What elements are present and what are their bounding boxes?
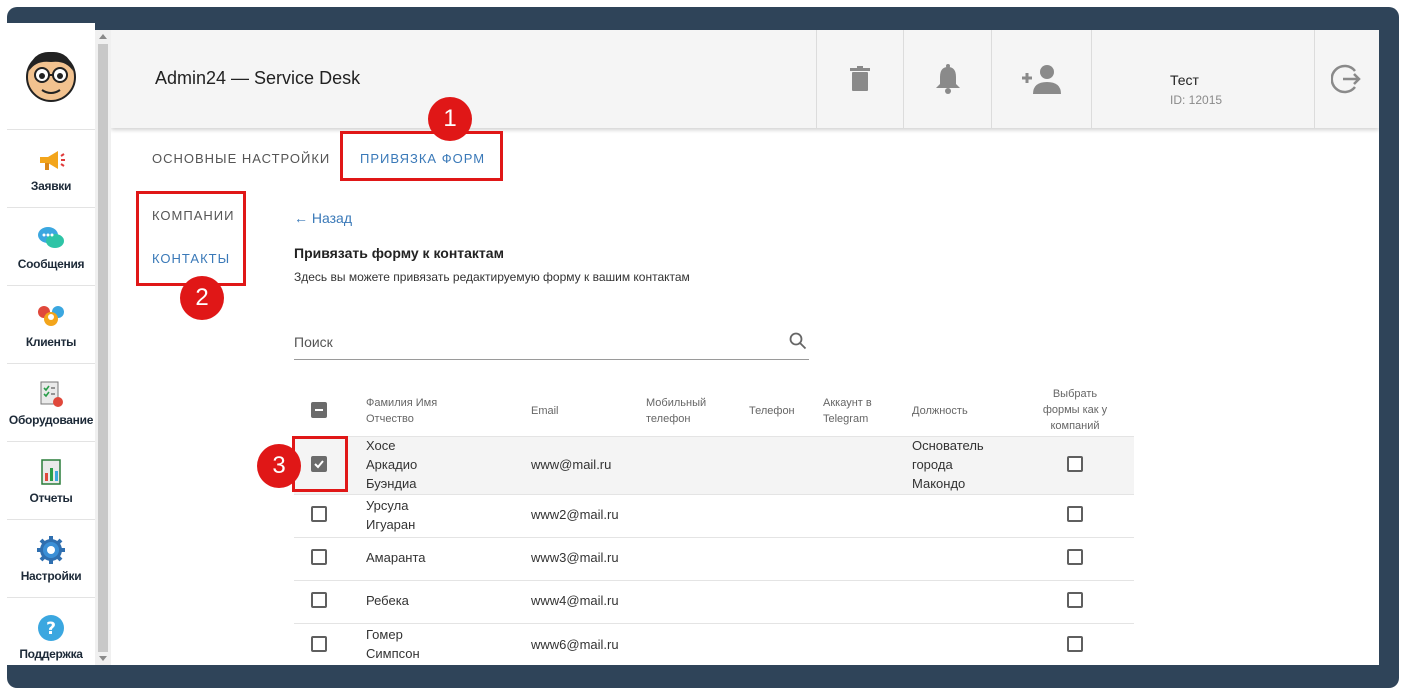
sidebar-item-tickets[interactable]: Заявки bbox=[7, 130, 95, 208]
trash-icon bbox=[850, 66, 870, 91]
gear-icon bbox=[37, 535, 65, 564]
sidebar: Заявки Сообщения Клиенты Оборудование От… bbox=[7, 23, 95, 665]
row-divider bbox=[294, 494, 1134, 495]
column-header-email: Email bbox=[531, 405, 559, 417]
minus-icon bbox=[315, 409, 323, 411]
company-forms-checkbox[interactable] bbox=[1067, 636, 1083, 652]
row-select-checkbox[interactable] bbox=[311, 549, 327, 565]
user-id: ID: 12015 bbox=[1170, 93, 1223, 107]
sidebar-item-label: Заявки bbox=[30, 178, 72, 193]
column-header-position: Должность bbox=[912, 405, 968, 417]
page-subtitle: Здесь вы можете привязать редактируемую … bbox=[294, 270, 690, 284]
search-icon[interactable] bbox=[789, 332, 807, 350]
sidebar-item-label: Настройки bbox=[20, 568, 82, 583]
row-divider bbox=[294, 580, 1134, 581]
sidebar-item-label: Сообщения bbox=[17, 256, 85, 271]
sidebar-item-label: Оборудование bbox=[8, 412, 94, 427]
user-info[interactable] bbox=[1091, 30, 1314, 128]
user-name: Тест bbox=[1170, 72, 1199, 88]
column-header-name: Фамилия Имя Отчество bbox=[366, 397, 438, 425]
main-content: Admin24 — Service Desk Тест ID: 12015 ОС… bbox=[111, 30, 1379, 665]
annotation-badge-2: 2 bbox=[180, 276, 224, 320]
svg-text:?: ? bbox=[46, 619, 56, 639]
add-user-icon bbox=[1021, 65, 1061, 94]
row-select-checkbox[interactable] bbox=[311, 506, 327, 522]
annotation-box-1 bbox=[340, 131, 503, 181]
cell-name: Хосе Аркадио Буэндиа bbox=[366, 438, 418, 491]
cell-position: Основатель города Макондо bbox=[912, 438, 984, 491]
cell-email: www@mail.ru bbox=[531, 457, 612, 472]
annotation-box-2 bbox=[136, 191, 246, 286]
tab-basic-settings[interactable]: ОСНОВНЫЕ НАСТРОЙКИ bbox=[152, 151, 330, 166]
company-forms-checkbox[interactable] bbox=[1067, 549, 1083, 565]
vertical-scrollbar[interactable] bbox=[95, 30, 111, 665]
app-title: Admin24 — Service Desk bbox=[155, 68, 361, 88]
cell-name: Амаранта bbox=[366, 550, 426, 565]
chat-bubbles-icon bbox=[38, 226, 64, 248]
back-link[interactable]: ← Назад bbox=[294, 210, 352, 226]
sidebar-item-messages[interactable]: Сообщения bbox=[7, 208, 95, 286]
avatar-face-icon bbox=[26, 51, 76, 102]
cell-name: Гомер Симпсон bbox=[366, 627, 420, 661]
annotation-badge-1: 1 bbox=[428, 97, 472, 141]
sidebar-item-settings[interactable]: Настройки bbox=[7, 520, 95, 598]
column-header-phone: Телефон bbox=[749, 405, 795, 417]
sidebar-item-support[interactable]: ? Поддержка bbox=[7, 598, 95, 676]
sidebar-item-equipment[interactable]: Оборудование bbox=[7, 364, 95, 442]
company-forms-checkbox[interactable] bbox=[1067, 592, 1083, 608]
page-title: Привязать форму к контактам bbox=[294, 245, 504, 261]
checklist-icon bbox=[40, 381, 63, 407]
sidebar-item-clients[interactable]: Клиенты bbox=[7, 286, 95, 364]
sidebar-item-label: Клиенты bbox=[25, 334, 77, 349]
cell-email: www2@mail.ru bbox=[531, 507, 619, 522]
cell-email: www3@mail.ru bbox=[531, 550, 619, 565]
sidebar-item-reports[interactable]: Отчеты bbox=[7, 442, 95, 520]
search-field bbox=[294, 328, 809, 360]
scroll-thumb[interactable] bbox=[98, 44, 108, 652]
row-divider bbox=[294, 537, 1134, 538]
delete-button[interactable] bbox=[816, 30, 903, 128]
scroll-down-arrow-icon[interactable] bbox=[99, 656, 107, 661]
search-input[interactable] bbox=[294, 334, 774, 350]
cell-name: Урсула Игуаран bbox=[366, 498, 416, 532]
report-chart-icon bbox=[41, 458, 61, 485]
column-header-mobile: Мобильный телефон bbox=[646, 397, 707, 425]
column-header-telegram: Аккаунт в Telegram bbox=[823, 397, 872, 425]
help-icon: ? bbox=[38, 615, 64, 641]
row-select-checkbox[interactable] bbox=[311, 592, 327, 608]
cell-email: www6@mail.ru bbox=[531, 637, 619, 652]
sidebar-item-label: Отчеты bbox=[29, 490, 73, 505]
row-divider bbox=[294, 623, 1134, 624]
row-select-checkbox[interactable] bbox=[311, 636, 327, 652]
top-bar: Admin24 — Service Desk Тест ID: 12015 bbox=[111, 30, 1379, 128]
company-forms-checkbox[interactable] bbox=[1067, 456, 1083, 472]
cell-email: www4@mail.ru bbox=[531, 593, 619, 608]
users-icon bbox=[38, 305, 64, 326]
select-all-checkbox[interactable] bbox=[311, 402, 327, 418]
company-forms-checkbox[interactable] bbox=[1067, 506, 1083, 522]
add-user-button[interactable] bbox=[991, 30, 1091, 128]
notifications-button[interactable] bbox=[903, 30, 991, 128]
logout-icon bbox=[1331, 64, 1361, 94]
avatar[interactable] bbox=[7, 23, 95, 130]
sidebar-item-label: Поддержка bbox=[19, 647, 83, 661]
column-header-company-forms: Выбрать формы как у компаний bbox=[1042, 388, 1108, 432]
cell-name: Ребека bbox=[366, 593, 409, 608]
logout-button[interactable] bbox=[1314, 30, 1379, 128]
bell-icon bbox=[935, 64, 960, 94]
annotation-badge-3: 3 bbox=[257, 444, 301, 488]
back-label: Назад bbox=[311, 210, 353, 226]
scroll-up-arrow-icon[interactable] bbox=[99, 34, 107, 39]
megaphone-icon bbox=[40, 150, 65, 170]
arrow-left-icon: ← bbox=[294, 210, 308, 226]
